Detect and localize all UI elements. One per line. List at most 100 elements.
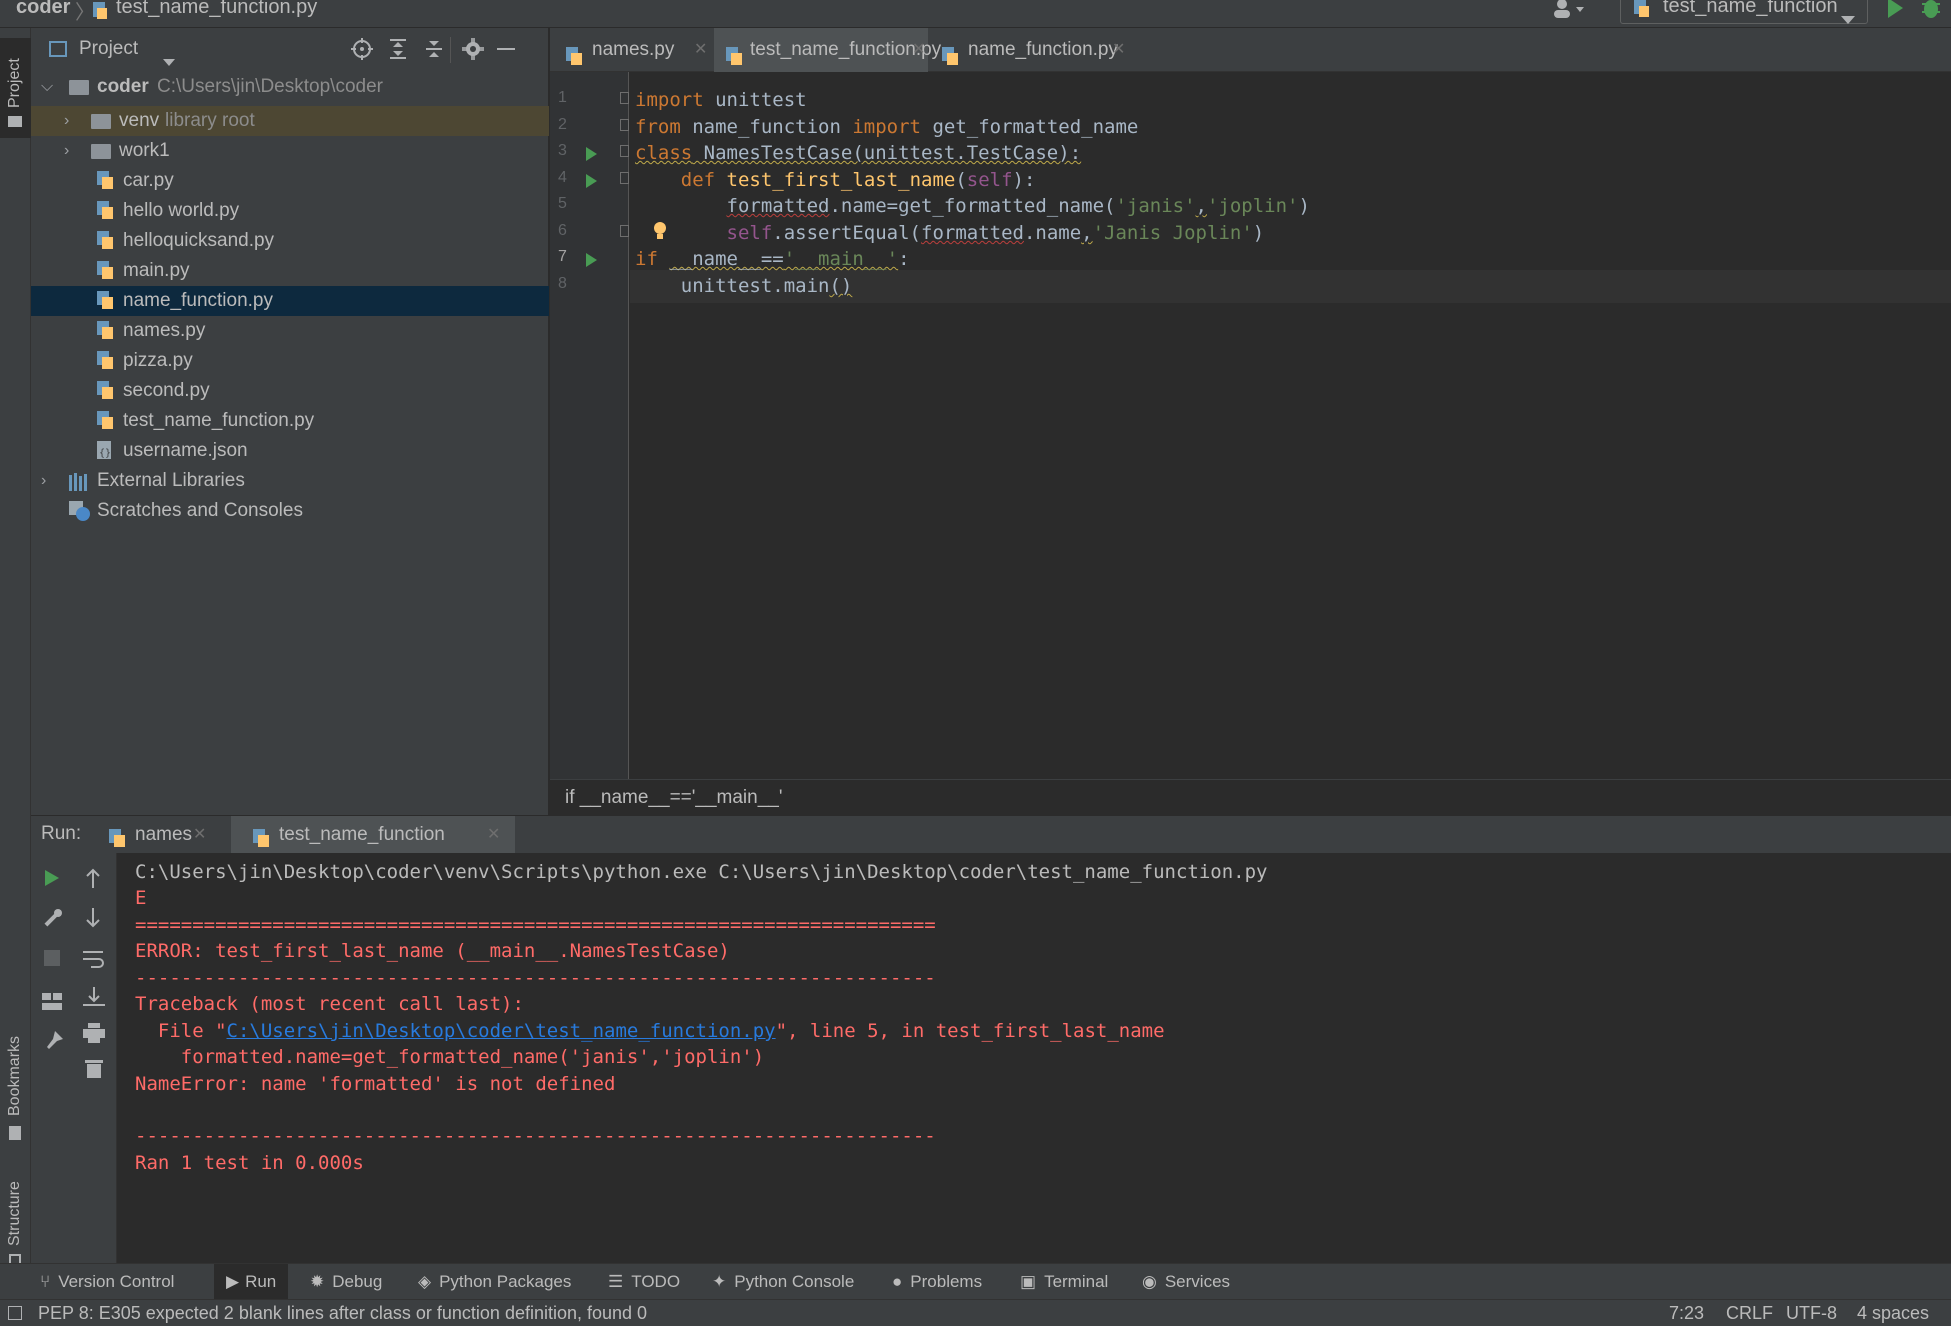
structure-tool-button[interactable]: Structure <box>0 1148 31 1268</box>
fold-icon[interactable] <box>620 172 629 184</box>
line-separator[interactable]: CRLF <box>1726 1300 1773 1326</box>
locate-file-icon[interactable] <box>351 38 373 66</box>
tree-item-name-function-py[interactable]: name_function.py <box>31 286 549 316</box>
line-number: 8 <box>558 275 567 292</box>
debug-tool-button[interactable]: ✹ Debug <box>310 1264 382 1300</box>
todo-button[interactable]: ☰ TODO <box>608 1264 680 1300</box>
tree-item-test-name-function-py[interactable]: test_name_function.py <box>31 406 549 436</box>
editor-breadcrumb[interactable]: if __name__=='__main__' <box>565 780 782 816</box>
tree-item-venv[interactable]: › venv library root <box>31 106 549 136</box>
chevron-right-icon[interactable]: › <box>41 466 46 496</box>
python-packages-button[interactable]: ◈ Python Packages <box>418 1264 571 1300</box>
scroll-to-end-icon[interactable] <box>83 987 105 1013</box>
gear-icon[interactable] <box>462 38 484 66</box>
version-control-button[interactable]: ⑂ Version Control <box>40 1264 174 1300</box>
caret-position[interactable]: 7:23 <box>1669 1300 1704 1326</box>
services-button[interactable]: ◉ Services <box>1142 1264 1230 1300</box>
close-icon[interactable]: ✕ <box>912 28 925 72</box>
tree-item-hello-world-py[interactable]: hello world.py <box>31 196 549 226</box>
project-panel-title[interactable]: Project <box>79 38 138 60</box>
code-line-7: if __name__=='__main__': <box>635 248 910 270</box>
python-console-button[interactable]: ✦ Python Console <box>712 1264 854 1300</box>
minimize-icon[interactable] <box>497 48 515 50</box>
print-icon[interactable] <box>83 1023 105 1049</box>
breadcrumb-project[interactable]: coder <box>16 0 70 19</box>
run-toolbar <box>31 853 117 1263</box>
run-configuration-selector[interactable]: test_name_function <box>1620 0 1868 24</box>
run-gutter-icon[interactable] <box>586 147 597 161</box>
structure-tool-label: Structure <box>6 1181 23 1246</box>
folder-icon <box>8 116 22 127</box>
line-number: 2 <box>558 116 567 133</box>
rerun-icon[interactable] <box>43 868 61 894</box>
tree-item-work1[interactable]: › work1 <box>31 136 549 166</box>
status-bar: PEP 8: E305 expected 2 blank lines after… <box>0 1299 1951 1326</box>
breadcrumb-file[interactable]: test_name_function.py <box>116 0 317 19</box>
tab-test-name-function-py[interactable]: test_name_function.py ✕ <box>714 28 941 76</box>
tool-windows-toggle-icon[interactable] <box>8 1306 22 1320</box>
code-editor[interactable]: import unittest from name_function impor… <box>630 72 1951 779</box>
tree-item-label: venv <box>119 110 160 131</box>
run-tab-test-name-function[interactable]: test_name_function ✕ <box>231 816 515 858</box>
project-tool-button[interactable]: Project <box>0 38 31 138</box>
file-encoding[interactable]: UTF-8 <box>1786 1300 1837 1326</box>
json-file-icon: {} <box>97 441 115 461</box>
console-file-link[interactable]: C:\Users\jin\Desktop\coder\test_name_fun… <box>227 1020 776 1042</box>
bookmarks-tool-button[interactable]: Bookmarks <box>0 1018 31 1148</box>
tree-item-scratches-and-consoles[interactable]: Scratches and Consoles <box>31 496 549 526</box>
wrench-icon[interactable] <box>43 908 63 934</box>
close-icon[interactable]: ✕ <box>487 816 500 854</box>
tab-names-py[interactable]: names.py ✕ <box>560 28 710 72</box>
run-tool-button[interactable]: ▶ Run <box>214 1264 289 1300</box>
pin-icon[interactable] <box>43 1031 63 1057</box>
close-icon[interactable]: ✕ <box>1112 28 1125 72</box>
chevron-right-icon[interactable]: › <box>64 136 69 166</box>
problems-button[interactable]: ● Problems <box>892 1264 982 1300</box>
indent-setting[interactable]: 4 spaces <box>1857 1300 1929 1326</box>
tree-item-second-py[interactable]: second.py <box>31 376 549 406</box>
user-account-icon[interactable] <box>1552 0 1592 20</box>
arrow-up-icon[interactable] <box>85 868 101 894</box>
tree-item-main-py[interactable]: main.py <box>31 256 549 286</box>
trash-icon[interactable] <box>85 1058 103 1084</box>
tree-item-label: main.py <box>123 260 190 281</box>
run-gutter-icon[interactable] <box>586 174 597 188</box>
chevron-down-icon[interactable] <box>163 46 175 72</box>
line-number: 1 <box>558 89 567 106</box>
fold-icon[interactable] <box>620 225 629 237</box>
tree-item-names-py[interactable]: names.py <box>31 316 549 346</box>
tab-name-function-py[interactable]: name_function.py ✕ <box>930 28 1160 72</box>
run-tab-names[interactable]: names ✕ <box>101 816 225 854</box>
tree-item-helloquicksand-py[interactable]: helloquicksand.py <box>31 226 549 256</box>
expand-all-icon[interactable] <box>388 38 408 66</box>
toolbar-separator <box>450 37 451 63</box>
tree-item-external-libraries[interactable]: › External Libraries <box>31 466 549 496</box>
close-icon[interactable]: ✕ <box>193 816 206 854</box>
stop-icon[interactable] <box>44 950 60 966</box>
terminal-button[interactable]: ▣ Terminal <box>1020 1264 1108 1300</box>
fold-icon[interactable] <box>620 119 629 131</box>
debug-icon[interactable] <box>1920 0 1942 26</box>
arrow-down-icon[interactable] <box>85 908 101 934</box>
tree-item-coder[interactable]: ⌵ coder C:\Users\jin\Desktop\coder <box>31 72 549 102</box>
tree-item-label: helloquicksand.py <box>123 230 275 251</box>
run-console[interactable]: C:\Users\jin\Desktop\coder\venv\Scripts\… <box>118 853 1951 1263</box>
navigation-bar: coder 〉 test_name_function.py test_name_… <box>0 0 1951 28</box>
fold-icon[interactable] <box>620 145 629 157</box>
fold-icon[interactable] <box>620 92 629 104</box>
status-message[interactable]: PEP 8: E305 expected 2 blank lines after… <box>38 1300 647 1326</box>
layout-icon[interactable] <box>42 991 62 1017</box>
close-icon[interactable]: ✕ <box>694 28 707 72</box>
collapse-all-icon[interactable] <box>424 38 444 66</box>
soft-wrap-icon[interactable] <box>83 949 105 975</box>
chevron-right-icon[interactable]: › <box>64 106 69 136</box>
python-file-icon <box>97 321 115 341</box>
tree-item-username-json[interactable]: {} username.json <box>31 436 549 466</box>
run-icon[interactable] <box>1886 0 1904 24</box>
console-file-prefix: File " <box>135 1020 227 1042</box>
tree-item-car-py[interactable]: car.py <box>31 166 549 196</box>
tree-item-pizza-py[interactable]: pizza.py <box>31 346 549 376</box>
tree-item-label: test_name_function.py <box>123 410 315 431</box>
run-gutter-icon[interactable] <box>586 253 597 267</box>
chevron-down-icon[interactable]: ⌵ <box>41 72 53 102</box>
